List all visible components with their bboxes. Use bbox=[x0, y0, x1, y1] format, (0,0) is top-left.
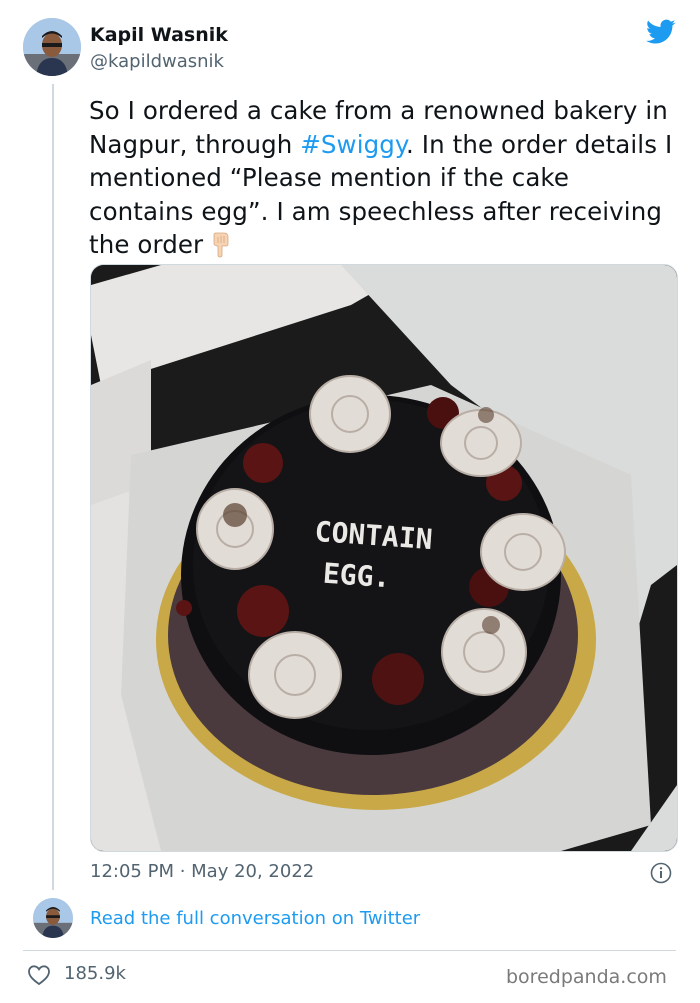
hashtag-link[interactable]: #Swiggy bbox=[300, 130, 406, 159]
twitter-bird-icon[interactable] bbox=[646, 19, 676, 45]
thread-connector-line bbox=[52, 84, 54, 890]
info-icon[interactable] bbox=[650, 862, 672, 884]
author-avatar[interactable] bbox=[23, 18, 81, 76]
author-display-name[interactable]: Kapil Wasnik bbox=[90, 24, 228, 46]
icing-text-line2: EGG. bbox=[322, 557, 392, 595]
read-conversation-link[interactable]: Read the full conversation on Twitter bbox=[90, 908, 420, 929]
tweet-photo-cake[interactable]: CONTAIN EGG. bbox=[90, 264, 678, 852]
boredpanda-watermark: boredpanda.com bbox=[506, 966, 667, 988]
tweet-card: Kapil Wasnik @kapildwasnik So I ordered … bbox=[0, 0, 700, 1003]
footer-divider bbox=[23, 950, 676, 951]
tweet-text: So I ordered a cake from a renowned bake… bbox=[89, 94, 679, 262]
like-count: 185.9k bbox=[64, 963, 126, 984]
author-handle[interactable]: @kapildwasnik bbox=[90, 51, 224, 72]
heart-icon[interactable] bbox=[27, 964, 51, 986]
tweet-timestamp[interactable]: 12:05 PM · May 20, 2022 bbox=[90, 861, 314, 882]
pointing-down-hand-icon bbox=[213, 232, 229, 258]
author-avatar-small[interactable] bbox=[33, 898, 73, 938]
